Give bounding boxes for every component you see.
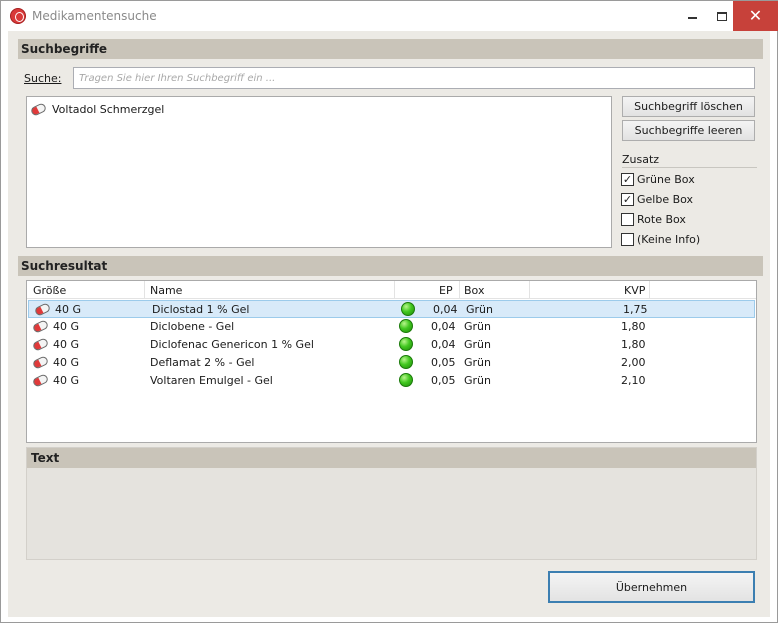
zusatz-label: Zusatz [622, 153, 660, 166]
list-item[interactable]: Voltadol Schmerzgel [29, 101, 165, 117]
checkbox-gruene-box[interactable]: ✓ Grüne Box [621, 171, 695, 187]
column-header-kvp[interactable]: KVP [624, 284, 645, 297]
cell-name: Voltaren Emulgel - Gel [150, 374, 273, 387]
checkbox-rote-box[interactable]: Rote Box [621, 211, 686, 227]
search-term-list[interactable]: Voltadol Schmerzgel [26, 96, 612, 248]
search-input[interactable] [73, 67, 755, 89]
cell-size: 40 G [53, 338, 80, 351]
cell-size: 40 G [55, 303, 82, 316]
checkbox-label: Gelbe Box [637, 192, 694, 206]
green-status-icon [399, 355, 413, 369]
cell-ep: 0,04 [433, 303, 458, 316]
checkbox-unchecked-icon[interactable] [621, 212, 634, 226]
cell-kvp: 2,00 [621, 356, 646, 369]
pill-icon [31, 319, 50, 334]
term-label: Voltadol Schmerzgel [52, 102, 165, 116]
zusatz-divider [622, 167, 757, 168]
column-divider[interactable] [459, 281, 460, 298]
cell-ep: 0,05 [431, 356, 456, 369]
text-header: Text [27, 448, 756, 468]
checkbox-checked-icon[interactable]: ✓ [621, 172, 634, 186]
pill-icon [29, 101, 48, 117]
pill-icon [31, 337, 50, 352]
cell-size: 40 G [53, 374, 80, 387]
cell-name: Diclobene - Gel [150, 320, 235, 333]
column-divider[interactable] [394, 281, 395, 298]
text-panel: Text [26, 447, 757, 560]
close-button[interactable]: ✕ [733, 1, 778, 31]
table-row[interactable]: 40 G Deflamat 2 % - Gel 0,05 Grün 2,00 [27, 354, 756, 372]
cell-ep: 0,04 [431, 338, 456, 351]
minimize-icon [687, 17, 697, 19]
suchresultat-header: Suchresultat [18, 256, 763, 276]
pill-icon [31, 373, 50, 388]
title-bar[interactable]: Medikamentensuche ✕ [1, 1, 778, 31]
green-status-icon [399, 319, 413, 333]
cell-box: Grün [464, 338, 491, 351]
column-header-ep[interactable]: EP [439, 284, 453, 297]
green-status-icon [399, 373, 413, 387]
close-icon: ✕ [748, 6, 763, 25]
table-header: Größe Name EP Box KVP [27, 281, 756, 299]
search-label: Suche: [24, 72, 62, 85]
green-status-icon [401, 302, 415, 316]
checkbox-unchecked-icon[interactable] [621, 232, 634, 246]
maximize-icon [717, 11, 727, 21]
window-title: Medikamentensuche [32, 9, 157, 23]
cell-kvp: 1,80 [621, 338, 646, 351]
cell-size: 40 G [53, 320, 80, 333]
cell-ep: 0,05 [431, 374, 456, 387]
green-status-icon [399, 337, 413, 351]
pill-icon [31, 355, 50, 370]
cell-name: Diclofenac Genericon 1 % Gel [150, 338, 314, 351]
table-row[interactable]: 40 G Diclobene - Gel 0,04 Grün 1,80 [27, 318, 756, 336]
suchbegriffe-header: Suchbegriffe [18, 39, 763, 59]
table-row[interactable]: 40 G Voltaren Emulgel - Gel 0,05 Grün 2,… [27, 372, 756, 390]
column-header-groesse[interactable]: Größe [33, 284, 66, 297]
checkbox-keine-info[interactable]: (Keine Info) [621, 231, 700, 247]
checkbox-label: (Keine Info) [637, 232, 701, 246]
column-header-name[interactable]: Name [150, 284, 182, 297]
column-divider[interactable] [144, 281, 145, 298]
cell-kvp: 1,80 [621, 320, 646, 333]
app-icon [10, 8, 26, 24]
cell-box: Grün [466, 303, 493, 316]
accept-button[interactable]: Übernehmen [548, 571, 755, 603]
cell-box: Grün [464, 320, 491, 333]
clear-terms-button[interactable]: Suchbegriffe leeren [622, 120, 755, 141]
window-content: Suchbegriffe Suche: Voltadol Schmerzgel … [8, 31, 770, 617]
cell-size: 40 G [53, 356, 80, 369]
cell-box: Grün [464, 374, 491, 387]
cell-ep: 0,04 [431, 320, 456, 333]
medikamentensuche-window: Medikamentensuche ✕ Suchbegriffe Suche: … [0, 0, 778, 623]
result-table: Größe Name EP Box KVP 40 G Diclostad 1 %… [26, 280, 757, 443]
checkbox-label: Grüne Box [637, 172, 695, 186]
table-row[interactable]: 40 G Diclostad 1 % Gel 0,04 Grün 1,75 [28, 300, 755, 318]
checkbox-label: Rote Box [637, 212, 686, 226]
cell-kvp: 2,10 [621, 374, 646, 387]
column-header-box[interactable]: Box [464, 284, 484, 297]
delete-term-button[interactable]: Suchbegriff löschen [622, 96, 755, 117]
cell-box: Grün [464, 356, 491, 369]
checkbox-gelbe-box[interactable]: ✓ Gelbe Box [621, 191, 693, 207]
checkbox-checked-icon[interactable]: ✓ [621, 192, 634, 206]
cell-kvp: 1,75 [623, 303, 648, 316]
pill-icon [33, 302, 52, 317]
minimize-button[interactable] [677, 1, 707, 31]
column-divider[interactable] [529, 281, 530, 298]
table-row[interactable]: 40 G Diclofenac Genericon 1 % Gel 0,04 G… [27, 336, 756, 354]
cell-name: Diclostad 1 % Gel [152, 303, 250, 316]
column-divider[interactable] [649, 281, 650, 298]
cell-name: Deflamat 2 % - Gel [150, 356, 255, 369]
